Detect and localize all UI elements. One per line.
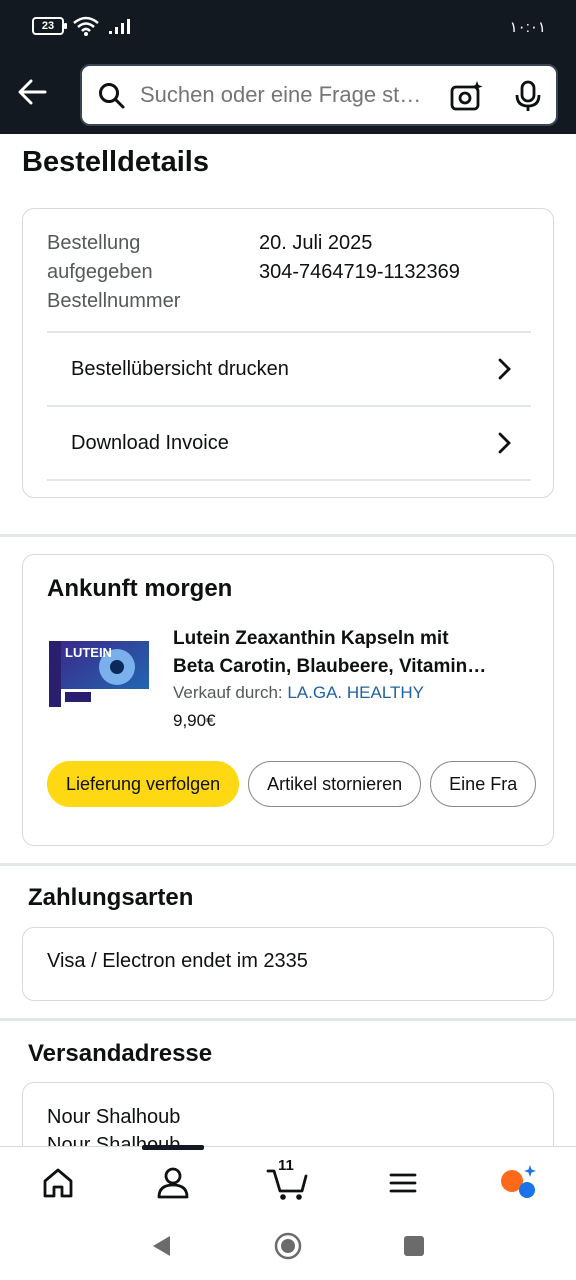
section-divider (0, 534, 576, 537)
ask-question-button[interactable]: Eine Fra (430, 761, 537, 807)
order-label: Bestellung (47, 232, 141, 254)
product-image[interactable]: LUTEIN (47, 637, 151, 711)
cancel-item-button[interactable]: Artikel stornieren (248, 761, 422, 807)
section-divider (0, 863, 576, 866)
product-name-line: Beta Carotin, Blaubeere, Vitamin… (173, 656, 487, 677)
product-name-line: Lutein Zeaxanthin Kapseln mit (173, 628, 449, 649)
order-date: 20. Juli 2025 (259, 232, 373, 254)
order-details-page: Bestelldetails Bestellung aufgegeben Bes… (0, 134, 576, 1146)
rufus-assistant-icon[interactable] (498, 1163, 538, 1203)
product-name[interactable]: Lutein Zeaxanthin Kapseln mit Beta Carot… (173, 625, 533, 681)
shipping-title: Versandadresse (28, 1040, 213, 1067)
order-values: 20. Juli 2025 304-7464719-1132369 (259, 229, 460, 287)
print-summary-label: Bestellübersicht drucken (71, 357, 289, 380)
order-labels: Bestellung aufgegeben Bestellnummer (47, 229, 247, 316)
download-invoice-link[interactable]: Download Invoice (47, 405, 531, 479)
shipment-actions: Lieferung verfolgen Artikel stornieren Ein… (47, 761, 537, 809)
system-back-icon[interactable] (148, 1232, 176, 1260)
camera-search-icon[interactable] (450, 80, 484, 112)
search-bar[interactable] (80, 64, 558, 126)
address-line: Nour Shalhoub (47, 1106, 181, 1128)
active-tab-indicator (142, 1145, 204, 1150)
shipment-card: Ankunft morgen LUTEIN Lutein Zeaxanthin … (22, 554, 554, 846)
status-bar: 23 ١٠:٠١ (0, 0, 576, 56)
chevron-right-icon (498, 432, 511, 454)
bottom-navigation: 11 (0, 1145, 576, 1214)
download-invoice-label: Download Invoice (71, 431, 229, 454)
cart-button[interactable]: 11 (266, 1157, 310, 1203)
page-title: Bestelldetails (22, 146, 209, 178)
shipping-address: Nour Shalhoub Nour Shalhoub (47, 1103, 180, 1146)
system-home-icon[interactable] (274, 1232, 302, 1260)
address-line: Nour Shalhoub (47, 1134, 181, 1146)
order-number: 304-7464719-1132369 (259, 261, 460, 283)
order-label: aufgegeben (47, 261, 153, 283)
menu-icon[interactable] (383, 1163, 423, 1203)
arrow-left-icon (18, 79, 47, 105)
search-input[interactable] (140, 80, 440, 110)
seller-info: Verkauf durch: LA.GA. HEALTHY (173, 683, 424, 703)
battery-level: 23 (41, 20, 55, 32)
chevron-right-icon (498, 358, 511, 380)
search-icon (99, 83, 125, 109)
signal-icon (109, 19, 130, 34)
product-price: 9,90€ (173, 711, 216, 730)
product-image-text: LUTEIN (65, 645, 112, 660)
battery-icon: 23 (32, 17, 67, 35)
seller-label: Verkauf durch: (173, 683, 288, 702)
payment-card: Visa / Electron endet im 2335 (22, 927, 554, 1001)
cart-count: 11 (278, 1157, 294, 1174)
app-header (0, 56, 576, 134)
payment-title: Zahlungsarten (28, 884, 194, 911)
order-label: Bestellnummer (47, 290, 181, 312)
track-package-button[interactable]: Lieferung verfolgen (47, 761, 240, 807)
divider (47, 479, 531, 481)
shipment-title: Ankunft morgen (47, 575, 233, 602)
back-button[interactable] (14, 74, 50, 110)
shipping-address-card: Nour Shalhoub Nour Shalhoub (22, 1082, 554, 1146)
system-recents-icon[interactable] (400, 1232, 428, 1260)
system-navigation-bar (0, 1214, 576, 1280)
microphone-icon[interactable] (514, 80, 542, 112)
status-icons: 23 (32, 16, 134, 36)
print-summary-link[interactable]: Bestellübersicht drucken (47, 331, 531, 405)
seller-link[interactable]: LA.GA. HEALTHY (287, 683, 424, 702)
home-icon[interactable] (38, 1163, 78, 1203)
section-divider (0, 1018, 576, 1021)
order-info-card: Bestellung aufgegeben Bestellnummer 20. … (22, 208, 554, 498)
clock: ١٠:٠١ (509, 19, 546, 36)
wifi-icon (73, 16, 99, 36)
payment-method: Visa / Electron endet im 2335 (47, 950, 308, 972)
account-icon[interactable] (153, 1163, 193, 1203)
